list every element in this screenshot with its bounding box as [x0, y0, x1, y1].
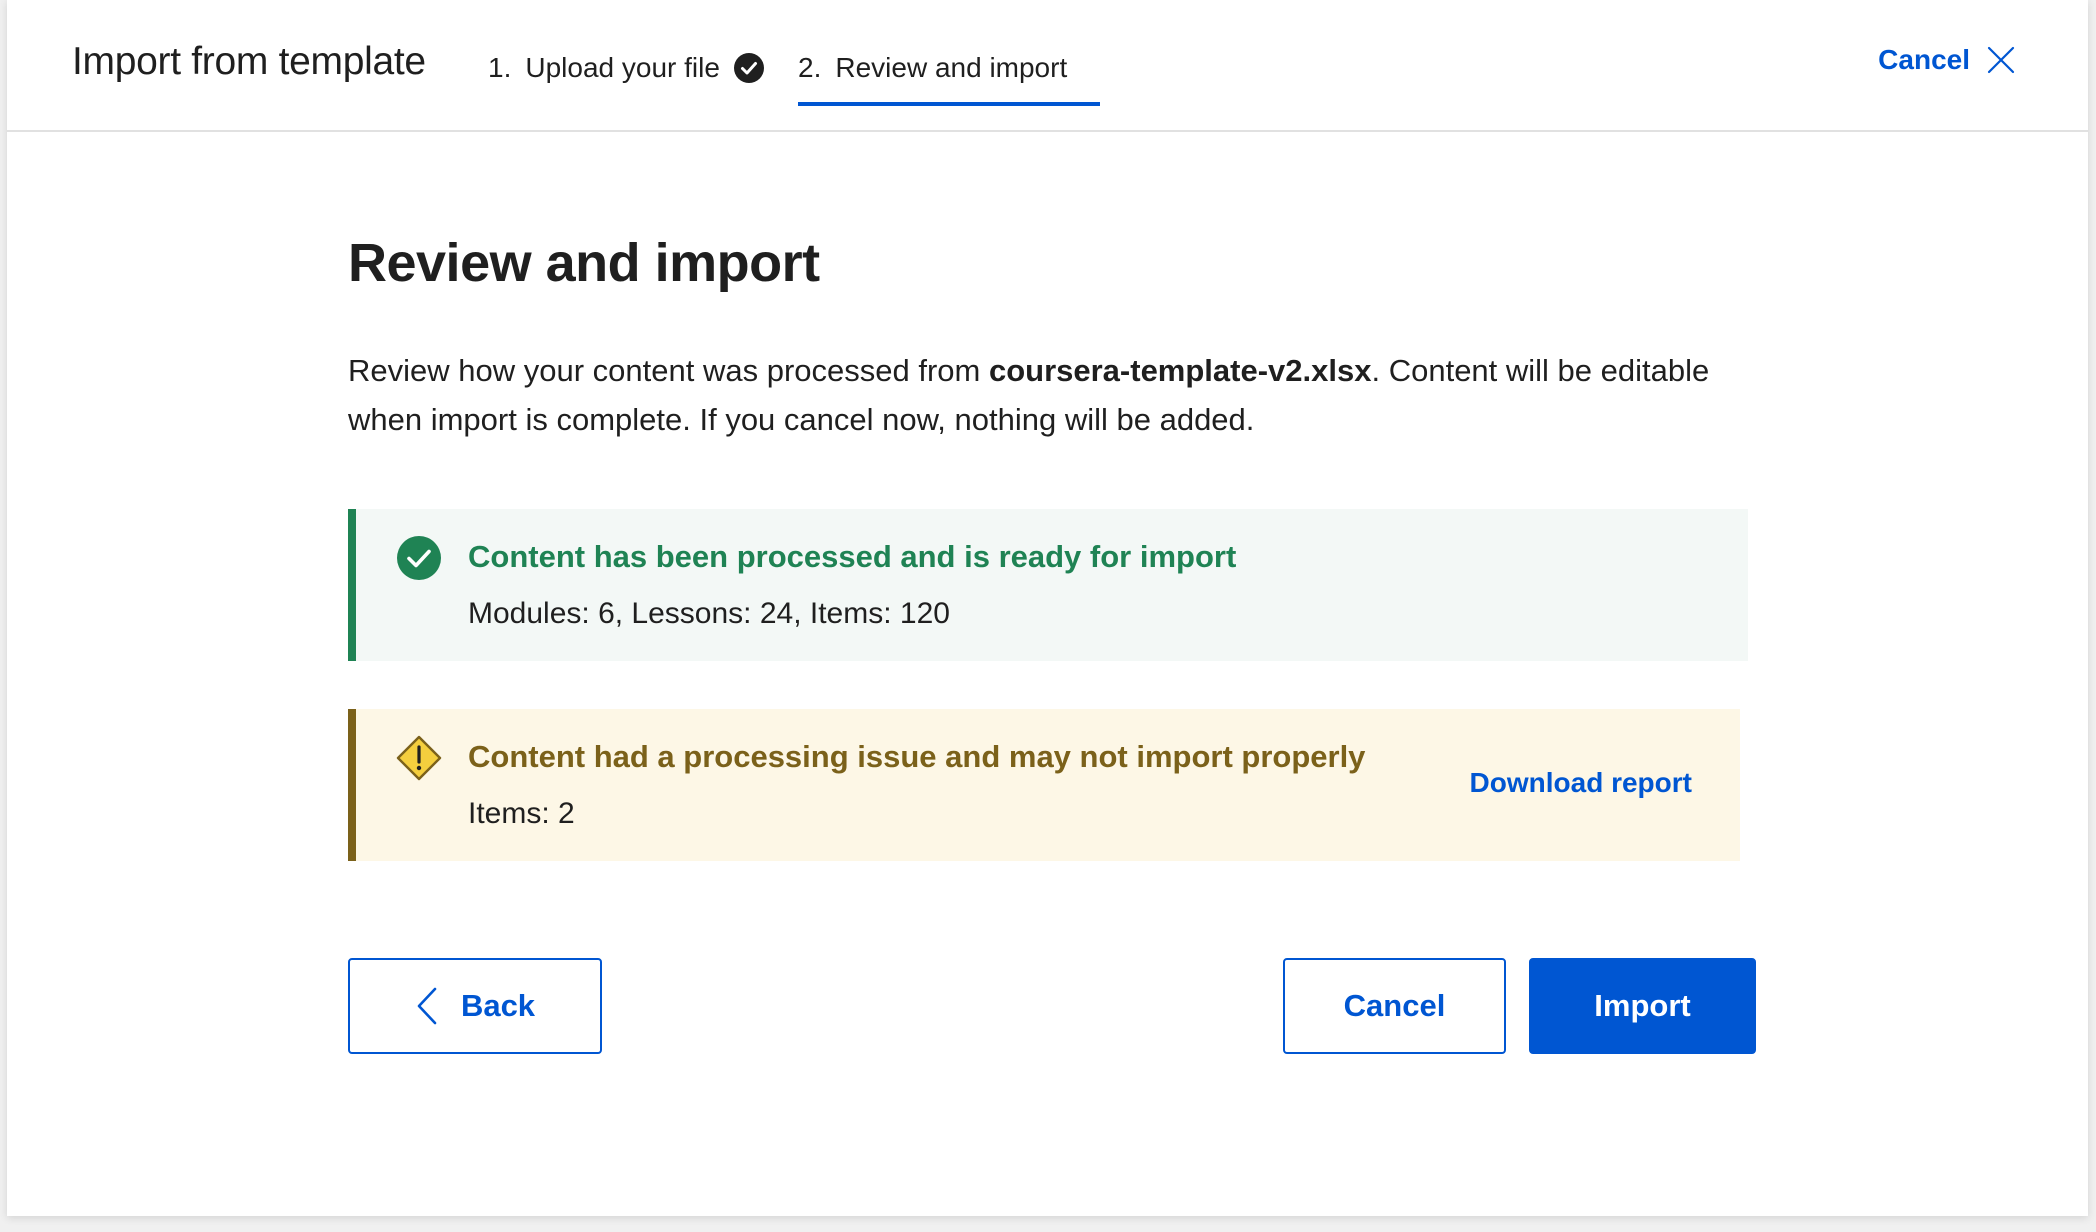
step-review-import[interactable]: 2. Review and import	[798, 52, 1100, 106]
back-button[interactable]: Back	[348, 958, 602, 1054]
success-alert-detail: Modules: 6, Lessons: 24, Items: 120	[468, 597, 950, 630]
page-description: Review how your content was processed fr…	[348, 346, 1768, 444]
cancel-button[interactable]: Cancel	[1283, 958, 1506, 1054]
step-number: 2.	[798, 52, 822, 83]
warning-alert-detail: Items: 2	[468, 797, 575, 830]
warning-alert: Content had a processing issue and may n…	[348, 709, 1740, 861]
filename: coursera-template-v2.xlsx	[988, 353, 1372, 388]
check-circle-icon	[397, 536, 441, 580]
dialog-title: Import from template	[72, 40, 426, 83]
import-button-label: Import	[1594, 988, 1691, 1023]
step-label: Review and import	[835, 52, 1068, 83]
download-report-link[interactable]: Download report	[1470, 767, 1692, 799]
chevron-left-icon	[417, 987, 437, 1025]
success-alert-title: Content has been processed and is ready …	[468, 539, 1237, 574]
import-dialog: Import from template 1. Upload your file…	[7, 0, 2088, 1216]
description-text-before: Review how your content was processed fr…	[348, 353, 989, 388]
dialog-header: Import from template 1. Upload your file…	[7, 0, 2088, 132]
warning-alert-title: Content had a processing issue and may n…	[468, 739, 1366, 774]
step-number: 1.	[488, 52, 512, 83]
step-label: Upload your file	[525, 52, 720, 83]
page-title: Review and import	[348, 233, 820, 293]
back-button-label: Back	[460, 988, 536, 1023]
success-alert: Content has been processed and is ready …	[348, 509, 1748, 661]
import-button[interactable]: Import	[1529, 958, 1756, 1054]
warning-icon	[396, 735, 442, 781]
close-icon[interactable]	[1986, 45, 2016, 75]
step-upload-file[interactable]: 1. Upload your file	[488, 52, 764, 84]
cancel-button-label: Cancel	[1343, 988, 1446, 1023]
header-cancel-button[interactable]: Cancel	[1878, 44, 2016, 76]
main-content: Review and import Review how your conten…	[348, 232, 1756, 1054]
header-cancel-label: Cancel	[1878, 44, 1970, 75]
check-circle-icon	[733, 53, 764, 83]
